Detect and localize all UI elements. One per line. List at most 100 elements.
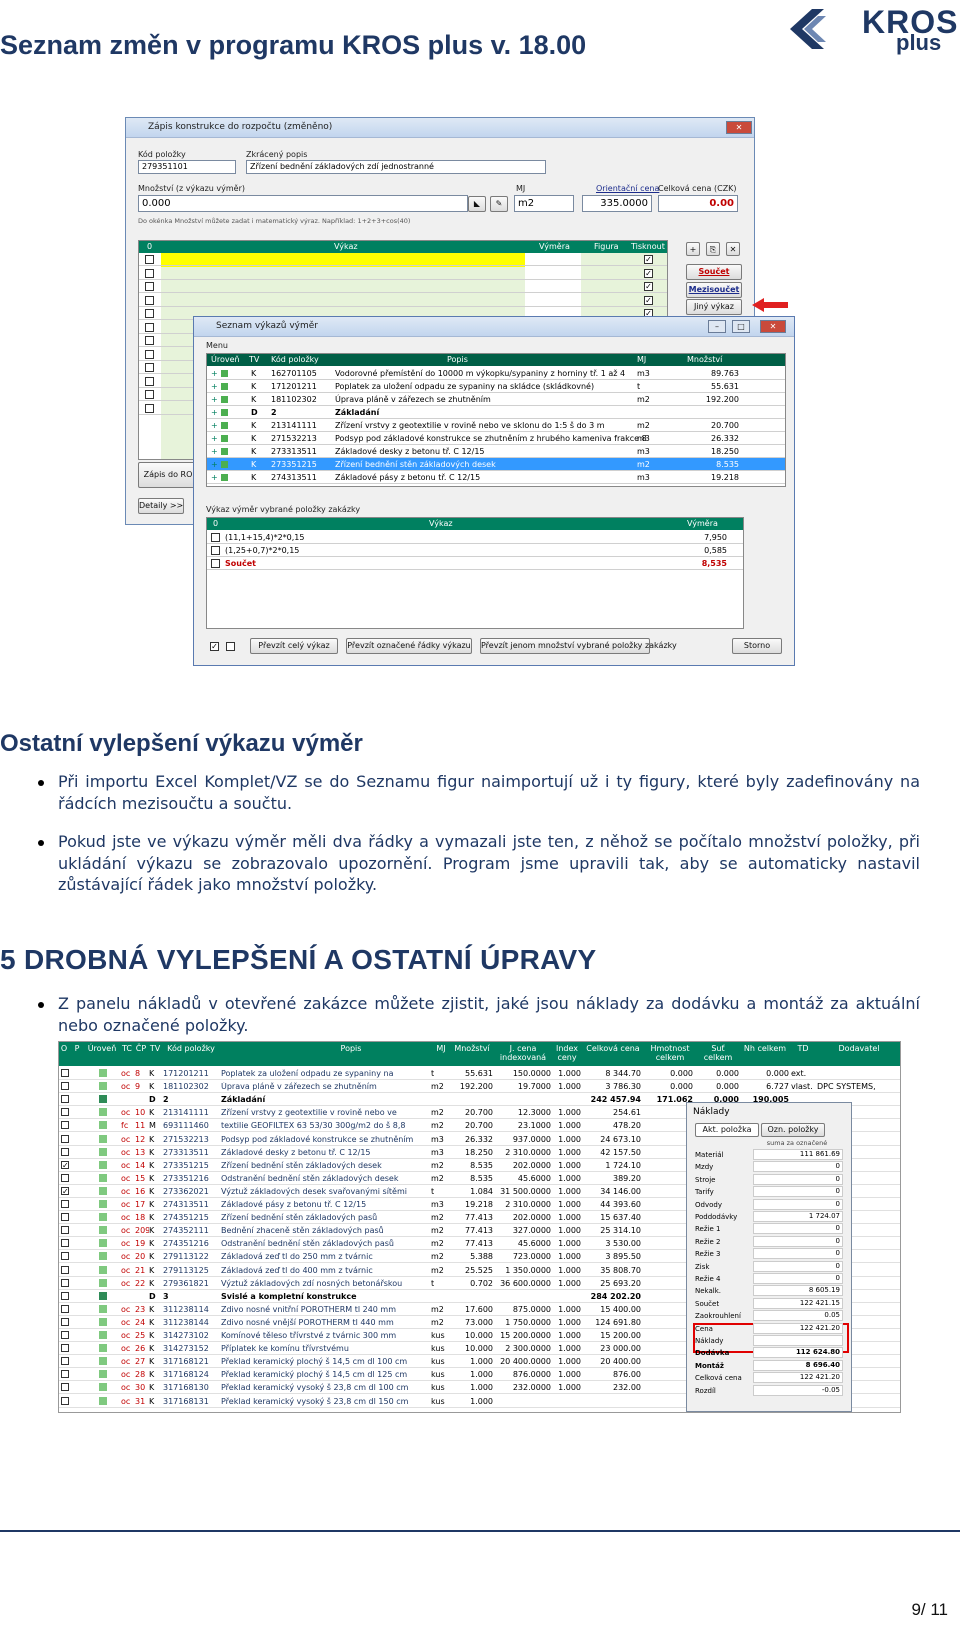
prevzit-mnozstvi-button[interactable]: Převzít jenom množství vybrané položky z… bbox=[480, 638, 677, 654]
unselect-checkbox[interactable] bbox=[226, 642, 235, 651]
row-checkbox[interactable] bbox=[61, 1370, 69, 1379]
new-row-icon[interactable]: + bbox=[686, 242, 700, 256]
expand-icon[interactable]: + bbox=[211, 382, 218, 391]
prevzit-oznacene-button[interactable]: Převzít označené řádky výkazu bbox=[346, 638, 472, 654]
close-icon[interactable]: ✕ bbox=[760, 320, 786, 333]
cena-field[interactable]: 335.0000 bbox=[582, 195, 652, 212]
close-icon[interactable]: ✕ bbox=[726, 121, 752, 134]
row-checkbox[interactable] bbox=[61, 1239, 69, 1248]
row-checkbox[interactable] bbox=[61, 1317, 69, 1326]
expand-icon[interactable]: + bbox=[211, 434, 218, 443]
seznam-row[interactable]: + K 162701105 Vodorovné přemístění do 10000… bbox=[207, 367, 785, 380]
seznam-row[interactable]: + K 274313511 Základové pásy z betonu tř. C… bbox=[207, 471, 785, 484]
row-checkbox[interactable] bbox=[61, 1134, 69, 1143]
row-checkbox[interactable] bbox=[61, 1344, 69, 1353]
row-checkbox[interactable] bbox=[61, 1200, 69, 1208]
prevzit-cely-button[interactable]: Převzít celý výkaz bbox=[250, 638, 338, 654]
select-all-checkbox[interactable]: ✓ bbox=[210, 642, 219, 651]
mj-field[interactable]: m2 bbox=[514, 195, 574, 212]
row-checkbox[interactable] bbox=[145, 255, 154, 264]
expand-icon[interactable]: + bbox=[211, 369, 218, 378]
row-checkbox[interactable] bbox=[61, 1147, 69, 1156]
vybrane-row[interactable]: (11,1+15,4)*2*0,15 7,950 bbox=[207, 531, 743, 544]
tisknout-checkbox[interactable]: ✓ bbox=[644, 282, 653, 291]
menu-label[interactable]: Menu bbox=[206, 341, 228, 350]
row-checkbox[interactable] bbox=[145, 322, 154, 332]
row-checkbox[interactable]: ✓ bbox=[61, 1160, 69, 1169]
row-checkbox[interactable] bbox=[61, 1396, 69, 1405]
row-checkbox[interactable] bbox=[145, 295, 154, 305]
expand-icon[interactable]: + bbox=[211, 421, 218, 430]
row-checkbox[interactable] bbox=[61, 1291, 69, 1300]
row-checkbox[interactable] bbox=[61, 1082, 69, 1091]
expand-icon[interactable]: + bbox=[211, 408, 218, 417]
calculator-icon[interactable]: ✎ bbox=[490, 196, 508, 212]
row-checkbox[interactable] bbox=[61, 1357, 69, 1366]
table-row[interactable]: oc 8 K 171201211 Poplatek za uložení odpadu … bbox=[59, 1067, 900, 1080]
row-checkbox[interactable]: ✓ bbox=[61, 1186, 69, 1195]
row-checkbox[interactable] bbox=[145, 390, 154, 399]
seznam-row[interactable]: + K 273313511 Základové desky z betonu tř. … bbox=[207, 445, 785, 458]
mnozstvi-field[interactable]: 0.000 bbox=[138, 195, 468, 212]
row-checkbox[interactable] bbox=[145, 282, 154, 291]
zapis-button[interactable]: Zápis do RO bbox=[138, 462, 198, 488]
row-checkbox[interactable] bbox=[211, 559, 220, 568]
storno-button[interactable]: Storno bbox=[732, 638, 782, 654]
row-checkbox[interactable] bbox=[145, 349, 154, 359]
tisknout-checkbox[interactable]: ✓ bbox=[644, 295, 653, 305]
seznam-row[interactable]: + K 213141111 Zřízení vrstvy z geotextilie … bbox=[207, 419, 785, 432]
row-checkbox[interactable] bbox=[145, 363, 154, 372]
delete-icon[interactable]: ✕ bbox=[726, 242, 740, 256]
seznam-row[interactable]: + K 271532213 Podsyp pod základové konstruk… bbox=[207, 432, 785, 445]
soucet-button[interactable]: Součet bbox=[686, 264, 742, 280]
row-checkbox[interactable] bbox=[61, 1226, 69, 1235]
table-row[interactable]: oc 9 K 181102302 Úprava pláně v zářezech se … bbox=[59, 1080, 900, 1094]
seznam-row[interactable]: + K 171201211 Poplatek za uložení odpadu ze… bbox=[207, 380, 785, 393]
expand-icon[interactable]: + bbox=[211, 473, 218, 482]
expand-icon[interactable]: + bbox=[211, 395, 218, 404]
maximize-icon[interactable]: □ bbox=[732, 320, 750, 333]
row-checkbox[interactable] bbox=[61, 1173, 69, 1182]
table-cell-idx: 1.000 bbox=[558, 1317, 581, 1327]
row-checkbox[interactable] bbox=[61, 1121, 69, 1130]
row-checkbox[interactable] bbox=[211, 546, 220, 555]
expand-icon[interactable]: + bbox=[211, 460, 218, 469]
row-checkbox[interactable] bbox=[61, 1069, 69, 1077]
row-checkbox[interactable] bbox=[61, 1252, 69, 1261]
row-checkbox[interactable] bbox=[145, 268, 154, 278]
row-checkbox[interactable] bbox=[61, 1278, 69, 1287]
ruler-icon[interactable]: ◣ bbox=[468, 196, 486, 212]
row-checkbox[interactable] bbox=[61, 1095, 69, 1104]
row-checkbox[interactable] bbox=[61, 1213, 69, 1222]
seznam-cell-mj: m2 bbox=[637, 395, 650, 404]
row-checkbox[interactable] bbox=[211, 533, 220, 542]
minimize-icon[interactable]: – bbox=[708, 320, 726, 333]
row-checkbox[interactable] bbox=[145, 336, 154, 345]
seznam-row[interactable]: + D 2 Základání bbox=[207, 406, 785, 419]
col-0: O bbox=[60, 1044, 68, 1053]
popis-field[interactable]: Zřízení bednění základových zdí jednostr… bbox=[246, 160, 546, 174]
seznam-row[interactable]: + K 273351215 Zřízení bednění stěn základov… bbox=[207, 458, 785, 471]
row-checkbox[interactable] bbox=[61, 1108, 69, 1117]
copy-icon[interactable]: ⎘ bbox=[706, 242, 720, 256]
row-checkbox[interactable] bbox=[61, 1304, 69, 1313]
jiny-vykaz-button[interactable]: Jiný výkaz bbox=[686, 299, 742, 315]
row-checkbox[interactable] bbox=[61, 1265, 69, 1274]
row-checkbox[interactable] bbox=[145, 403, 154, 413]
tisknout-checkbox[interactable]: ✓ bbox=[644, 268, 653, 278]
expand-icon[interactable]: + bbox=[211, 447, 218, 456]
tab-ozn-polozky[interactable]: Ozn. položky bbox=[761, 1123, 825, 1137]
row-checkbox[interactable] bbox=[145, 309, 154, 318]
row-checkbox[interactable] bbox=[61, 1383, 69, 1392]
tisknout-checkbox[interactable]: ✓ bbox=[644, 255, 653, 264]
row-checkbox[interactable] bbox=[145, 376, 154, 386]
vybrane-row[interactable]: Součet 8,535 bbox=[207, 557, 743, 570]
naklady-value: 122 421.20 bbox=[753, 1372, 843, 1384]
row-checkbox[interactable] bbox=[61, 1331, 69, 1339]
detaily-button[interactable]: Detaily >> bbox=[138, 498, 184, 514]
seznam-row[interactable]: + K 181102302 Úprava pláně v zářezech se zh… bbox=[207, 393, 785, 406]
kod-field[interactable]: 279351101 bbox=[138, 160, 236, 174]
vybrane-row[interactable]: (1,25+0,7)*2*0,15 0,585 bbox=[207, 544, 743, 557]
tab-akt-polozka[interactable]: Akt. položka bbox=[695, 1123, 759, 1137]
mezisoucet-button[interactable]: Mezisoučet bbox=[686, 282, 742, 298]
